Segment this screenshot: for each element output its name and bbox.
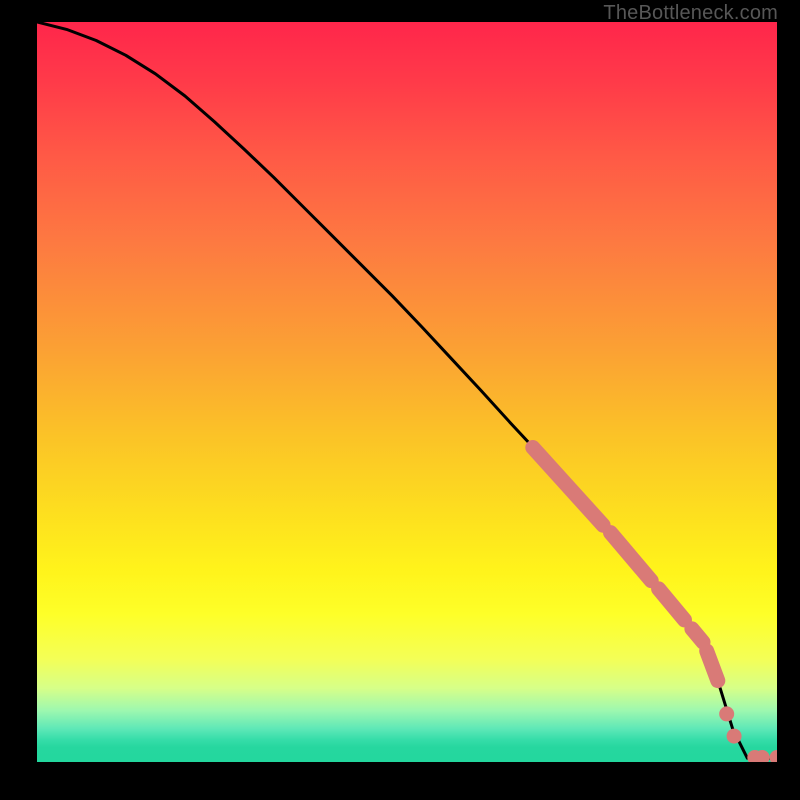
gradient-background	[37, 22, 777, 762]
attribution-text: TheBottleneck.com	[603, 2, 778, 25]
plot-area	[37, 22, 777, 762]
